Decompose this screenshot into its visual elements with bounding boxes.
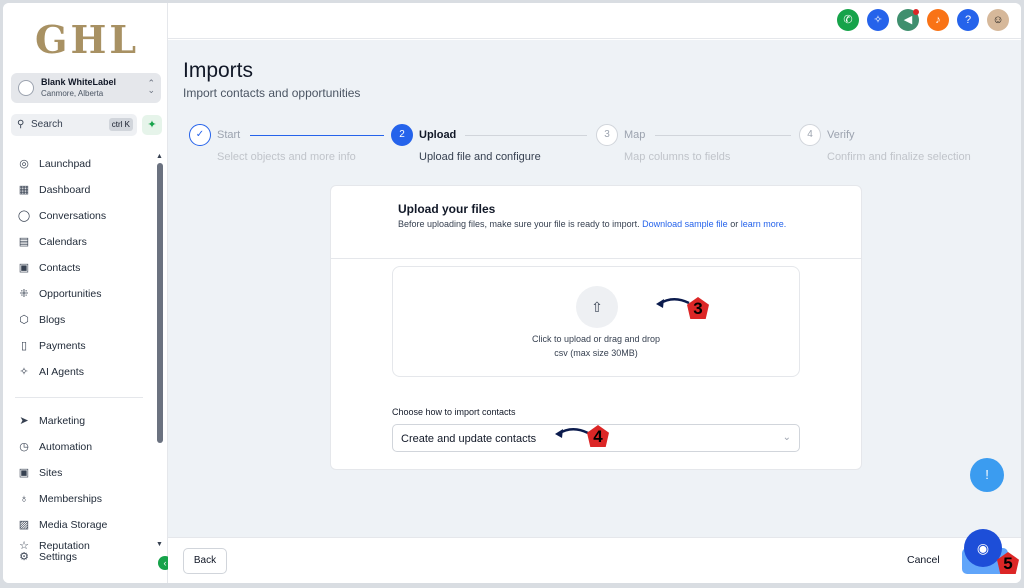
sidebar-item-opportunities[interactable]: ⁜ Opportunities bbox=[17, 281, 106, 307]
sidebar-item-sites[interactable]: ▣ Sites bbox=[17, 460, 107, 486]
magic-icon[interactable]: ✧ bbox=[867, 9, 889, 31]
automation-icon: ◷ bbox=[19, 441, 29, 453]
sidebar-nav-bottom: ☆ Reputation ⚙ Settings bbox=[17, 540, 90, 563]
scroll-down-icon[interactable]: ▼ bbox=[156, 541, 163, 548]
brand-logo: GHL bbox=[35, 17, 140, 62]
app-window: GHL Blank WhiteLabel Canmore, Alberta ⌃ ⌄… bbox=[3, 3, 1021, 583]
sidebar-item-conversations[interactable]: ◯ Conversations bbox=[17, 203, 106, 229]
sites-icon: ▣ bbox=[18, 467, 30, 479]
step-number: 3 bbox=[596, 124, 618, 146]
page-title: Imports bbox=[183, 59, 254, 82]
dropzone-hint: csv (max size 30MB) bbox=[554, 348, 638, 358]
back-button[interactable]: Back bbox=[183, 548, 227, 574]
card-divider bbox=[331, 258, 861, 259]
step-connector bbox=[250, 135, 384, 136]
feedback-icon[interactable]: ! bbox=[970, 458, 1004, 492]
calendar-icon: ▤ bbox=[18, 236, 30, 248]
sparkle-icon: ✧ bbox=[19, 366, 29, 378]
location-avatar-icon bbox=[18, 80, 34, 96]
sidebar-item-calendars[interactable]: ▤ Calendars bbox=[17, 229, 106, 255]
quick-action-bolt-icon[interactable]: ✦ bbox=[142, 115, 162, 135]
opportunities-icon: ⁜ bbox=[19, 288, 29, 300]
sidebar-item-contacts[interactable]: ▣ Contacts bbox=[17, 255, 106, 281]
main-content: Imports Import contacts and opportunitie… bbox=[168, 40, 1021, 537]
sidebar-item-dashboard[interactable]: ▦ Dashboard bbox=[17, 177, 106, 203]
sidebar-item-media-storage[interactable]: ▨ Media Storage bbox=[17, 512, 108, 538]
chevron-updown-icon: ⌃ ⌄ bbox=[147, 78, 155, 95]
learn-more-link[interactable]: learn more. bbox=[741, 219, 787, 229]
phone-icon[interactable]: ✆ bbox=[837, 9, 859, 31]
account-switcher[interactable]: Blank WhiteLabel Canmore, Alberta ⌃ ⌄ bbox=[11, 73, 161, 103]
help-icon[interactable]: ? bbox=[957, 9, 979, 31]
sidebar-item-ai-agents[interactable]: ✧ AI Agents bbox=[17, 359, 106, 385]
chat-icon: ◯ bbox=[17, 210, 31, 222]
step-description: Map columns to fields bbox=[624, 151, 731, 163]
sidebar-item-launchpad[interactable]: ◎ Launchpad bbox=[17, 151, 106, 177]
search-icon: ⚲ bbox=[17, 119, 25, 130]
send-icon: ➤ bbox=[19, 415, 29, 427]
chevron-down-icon: ⌄ bbox=[782, 432, 791, 443]
step-description: Select objects and more info bbox=[217, 151, 356, 163]
step-label: Verify bbox=[827, 129, 855, 141]
sidebar-item-settings[interactable]: ⚙ Settings bbox=[17, 550, 90, 563]
download-sample-link[interactable]: Download sample file bbox=[642, 219, 728, 229]
sidebar-divider bbox=[15, 397, 143, 398]
cancel-button[interactable]: Cancel bbox=[907, 554, 940, 566]
membership-icon: ♁ bbox=[19, 493, 29, 505]
sidebar-nav-primary: ◎ Launchpad ▦ Dashboard ◯ Conversations ▤ Ca… bbox=[17, 151, 106, 385]
sidebar-item-memberships[interactable]: ♁ Memberships bbox=[17, 486, 107, 512]
sidebar-item-payments[interactable]: ▯ Payments bbox=[17, 333, 106, 359]
step-connector bbox=[465, 135, 587, 136]
sidebar-nav-secondary: ➤ Marketing ◷ Automation ▣ Sites ♁ Membershi… bbox=[17, 408, 108, 538]
search-shortcut: ctrl K bbox=[108, 118, 133, 131]
annotation-4: 4 bbox=[554, 423, 614, 453]
step-number: 2 bbox=[391, 124, 413, 146]
footer-bar: Back Cancel bbox=[168, 537, 1021, 583]
rocket-icon: ◎ bbox=[19, 158, 29, 170]
sidebar-scrollbar[interactable] bbox=[157, 163, 163, 443]
search-input[interactable]: ⚲ Search ctrl K bbox=[11, 114, 137, 136]
gear-icon: ⚙ bbox=[19, 550, 29, 563]
step-label: Map bbox=[624, 129, 646, 141]
annotation-5: 5 bbox=[997, 550, 1021, 576]
payments-icon: ▯ bbox=[20, 340, 28, 352]
bell-icon[interactable]: ♪ bbox=[927, 9, 949, 31]
account-location: Canmore, Alberta bbox=[41, 89, 104, 98]
cube-icon: ⬡ bbox=[19, 314, 29, 326]
grid-icon: ▦ bbox=[18, 184, 30, 196]
sidebar-item-marketing[interactable]: ➤ Marketing bbox=[17, 408, 107, 434]
contacts-icon: ▣ bbox=[18, 262, 30, 274]
step-description: Upload file and configure bbox=[419, 151, 541, 163]
file-dropzone[interactable]: ⇧ Click to upload or drag and drop csv (… bbox=[392, 266, 800, 377]
image-icon: ▨ bbox=[18, 519, 30, 531]
scroll-up-icon[interactable]: ▲ bbox=[156, 153, 163, 160]
step-connector bbox=[655, 135, 791, 136]
sidebar-item-automation[interactable]: ◷ Automation bbox=[17, 434, 107, 460]
import-mode-value: Create and update contacts bbox=[401, 433, 537, 445]
import-mode-label: Choose how to import contacts bbox=[392, 407, 516, 417]
upload-heading: Upload your files bbox=[398, 202, 496, 216]
upload-note: Before uploading files, make sure your f… bbox=[398, 219, 787, 229]
annotation-3: 3 bbox=[655, 293, 715, 323]
notification-dot bbox=[913, 9, 919, 15]
search-label: Search bbox=[31, 119, 63, 130]
sidebar-item-blogs[interactable]: ⬡ Blogs bbox=[17, 307, 106, 333]
step-description: Confirm and finalize selection bbox=[827, 151, 971, 163]
check-icon: ✓ bbox=[189, 124, 211, 146]
upload-cloud-icon: ⇧ bbox=[576, 286, 618, 328]
step-label: Upload bbox=[419, 129, 457, 141]
user-avatar[interactable]: ☺ bbox=[987, 9, 1009, 31]
top-bar: ✆ ✧ ◀ ♪ ? ☺ bbox=[168, 3, 1021, 39]
page-subtitle: Import contacts and opportunities bbox=[183, 86, 361, 100]
step-label: Start bbox=[217, 129, 241, 141]
dropzone-text: Click to upload or drag and drop bbox=[531, 334, 661, 344]
sidebar: GHL Blank WhiteLabel Canmore, Alberta ⌃ ⌄… bbox=[3, 3, 172, 583]
annotation-number: 5 bbox=[997, 552, 1019, 574]
step-number: 4 bbox=[799, 124, 821, 146]
account-name: Blank WhiteLabel bbox=[41, 77, 117, 87]
megaphone-icon[interactable]: ◀ bbox=[897, 9, 919, 31]
